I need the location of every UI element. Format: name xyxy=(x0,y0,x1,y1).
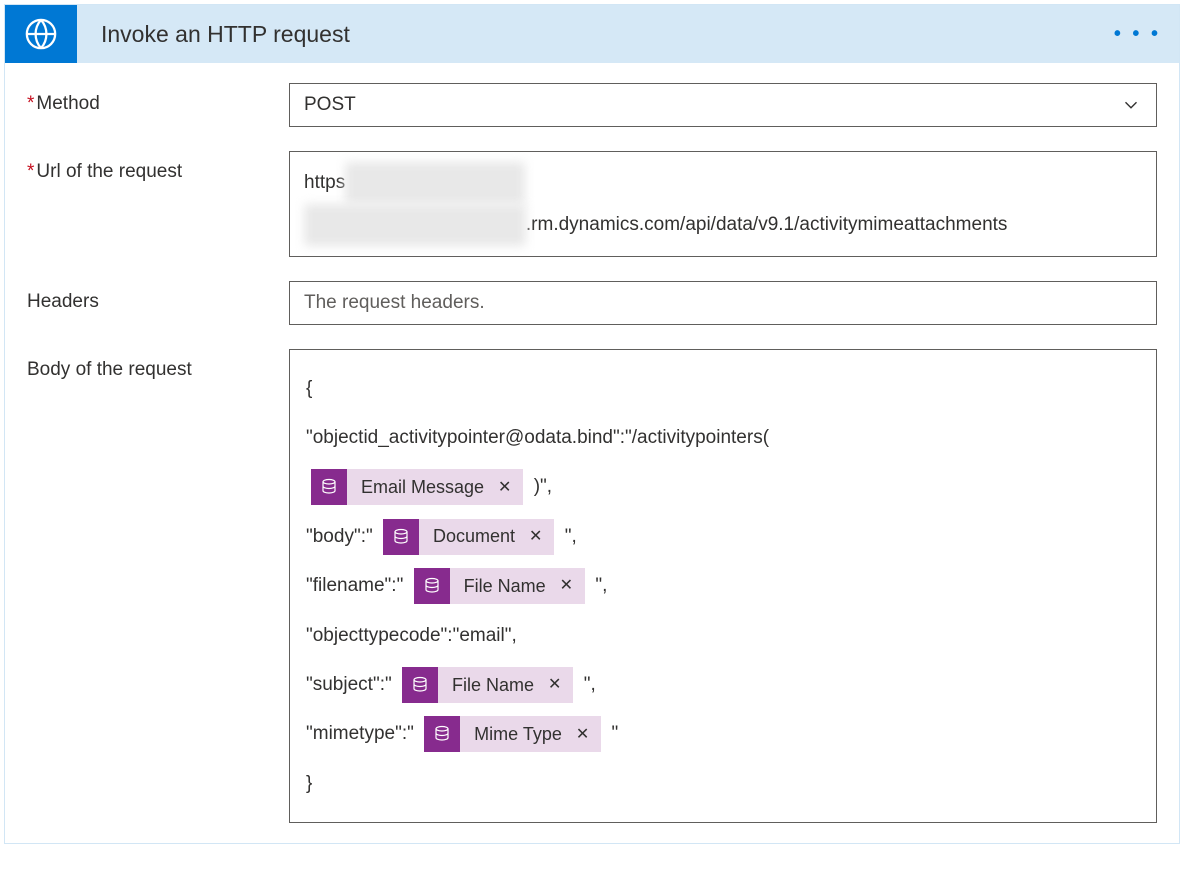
headers-row: Headers The request headers. xyxy=(27,281,1157,325)
body-text: "subject":" xyxy=(306,674,392,695)
body-text: ", xyxy=(565,526,577,547)
token-email-message[interactable]: Email Message ✕ xyxy=(311,469,523,505)
method-row: Method POST xyxy=(27,83,1157,127)
body-row: Body of the request { "objectid_activity… xyxy=(27,349,1157,824)
database-icon xyxy=(383,519,419,555)
action-card: Invoke an HTTP request • • • Method POST… xyxy=(4,4,1180,844)
body-text: ", xyxy=(584,674,596,695)
body-text: "objectid_activitypointer@odata.bind":"/… xyxy=(306,427,769,448)
url-prefix: https xyxy=(304,172,345,193)
body-text: "mimetype":" xyxy=(306,723,414,744)
body-input[interactable]: { "objectid_activitypointer@odata.bind":… xyxy=(289,349,1157,824)
database-icon xyxy=(311,469,347,505)
token-remove-icon[interactable]: ✕ xyxy=(494,467,523,509)
redacted-text: _________________ xyxy=(345,162,525,204)
chevron-down-icon xyxy=(1120,94,1142,116)
url-label: Url of the request xyxy=(27,151,289,183)
card-header[interactable]: Invoke an HTTP request • • • xyxy=(5,5,1179,63)
body-text: "body":" xyxy=(306,526,373,547)
body-text: " xyxy=(612,723,619,744)
token-file-name[interactable]: File Name ✕ xyxy=(414,568,585,604)
body-text: ", xyxy=(595,575,607,596)
headers-input[interactable]: The request headers. xyxy=(289,281,1157,325)
token-remove-icon[interactable]: ✕ xyxy=(544,664,573,706)
method-label: Method xyxy=(27,83,289,115)
http-icon xyxy=(5,5,77,63)
token-file-name[interactable]: File Name ✕ xyxy=(402,667,573,703)
headers-placeholder: The request headers. xyxy=(304,292,485,313)
token-remove-icon[interactable]: ✕ xyxy=(525,516,554,558)
database-icon xyxy=(414,568,450,604)
card-body: Method POST Url of the request https____… xyxy=(5,63,1179,843)
token-label: Email Message xyxy=(347,464,494,511)
database-icon xyxy=(402,667,438,703)
body-close-brace: } xyxy=(306,759,1140,808)
token-label: File Name xyxy=(450,563,556,610)
body-text: )", xyxy=(534,476,552,497)
body-text: "objecttypecode":"email", xyxy=(306,611,1140,660)
body-label: Body of the request xyxy=(27,349,289,381)
body-text: "filename":" xyxy=(306,575,403,596)
card-menu-button[interactable]: • • • xyxy=(1114,23,1161,46)
headers-label: Headers xyxy=(27,281,289,313)
token-label: Mime Type xyxy=(460,711,572,758)
redacted-text: _____________________ xyxy=(304,204,526,246)
token-label: Document xyxy=(419,513,525,560)
card-title: Invoke an HTTP request xyxy=(77,21,1114,48)
url-suffix: .rm.dynamics.com/api/data/v9.1/activitym… xyxy=(526,214,1008,235)
token-label: File Name xyxy=(438,662,544,709)
token-document[interactable]: Document ✕ xyxy=(383,519,554,555)
method-select[interactable]: POST xyxy=(289,83,1157,127)
token-remove-icon[interactable]: ✕ xyxy=(572,714,601,756)
body-open-brace: { xyxy=(306,364,1140,413)
database-icon xyxy=(424,716,460,752)
method-value: POST xyxy=(304,94,356,116)
url-input[interactable]: https_________________ _________________… xyxy=(289,151,1157,257)
token-mime-type[interactable]: Mime Type ✕ xyxy=(424,716,601,752)
token-remove-icon[interactable]: ✕ xyxy=(556,565,585,607)
url-row: Url of the request https________________… xyxy=(27,151,1157,257)
